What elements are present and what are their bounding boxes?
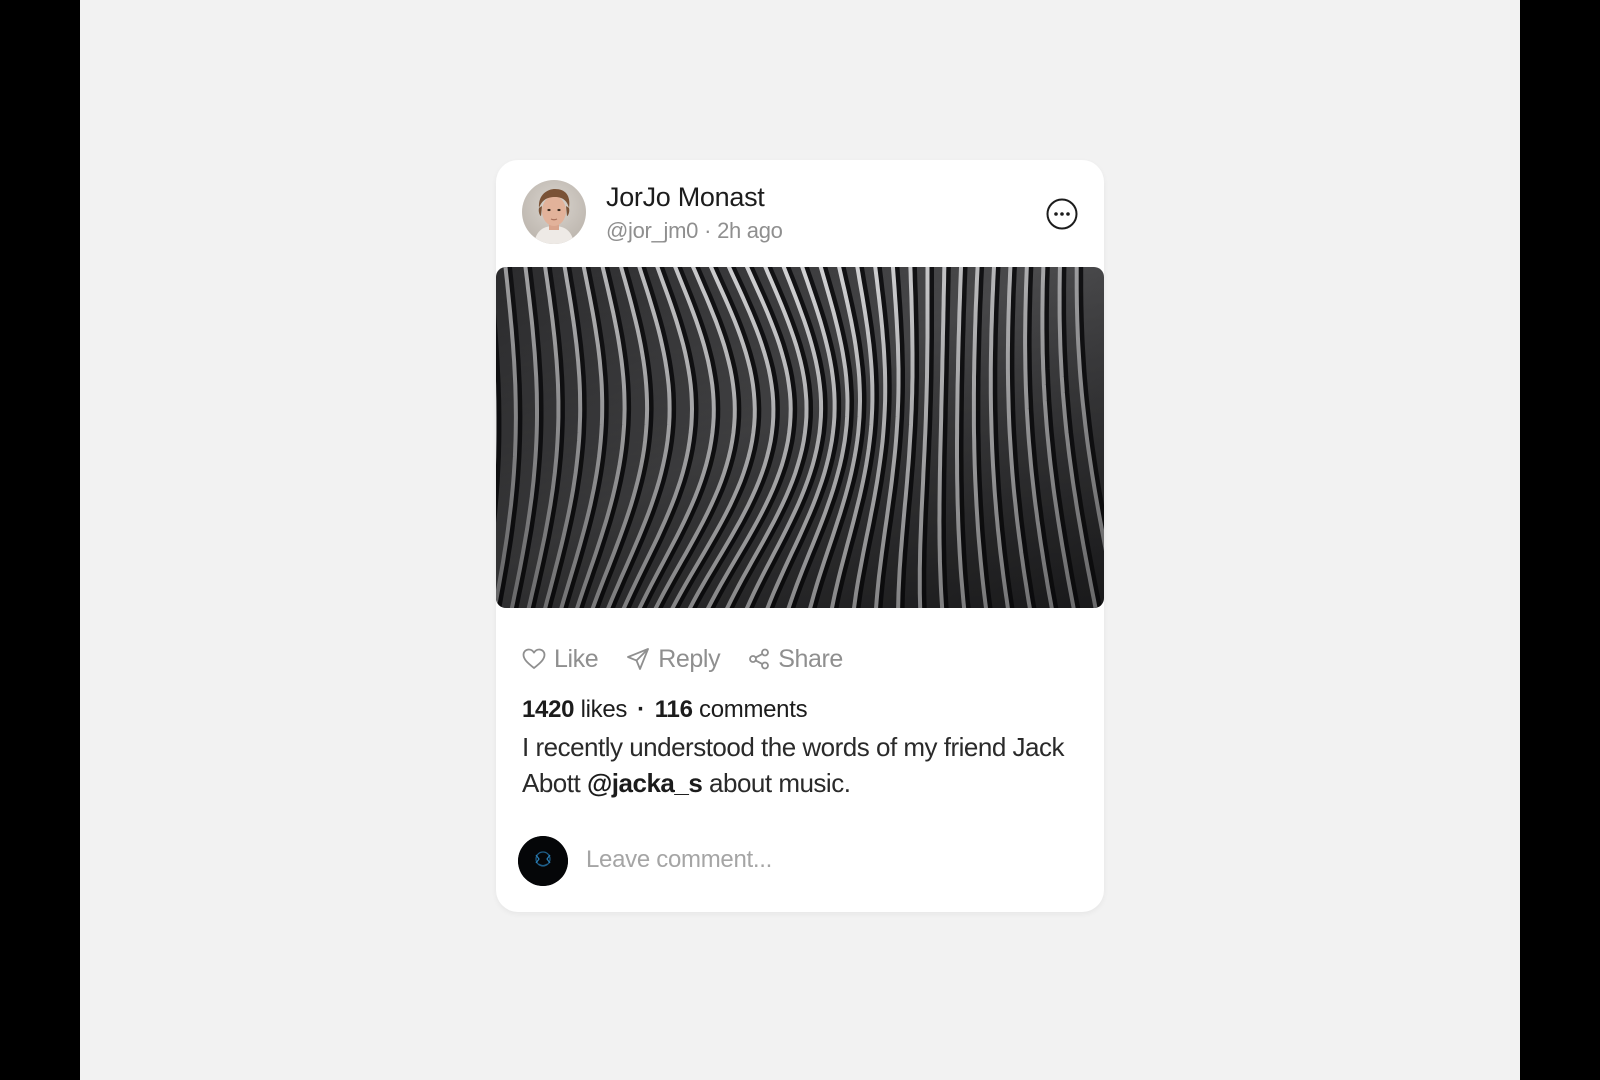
post-stats: 1420 likes · 116 comments bbox=[522, 696, 808, 724]
comments-stat[interactable]: 116 comments bbox=[655, 696, 808, 723]
send-icon bbox=[627, 648, 650, 670]
current-user-avatar-image bbox=[518, 836, 568, 886]
likes-stat[interactable]: 1420 likes bbox=[522, 696, 627, 723]
comment-input[interactable] bbox=[586, 840, 1066, 880]
wavy-ridges-image bbox=[496, 267, 1104, 608]
reply-label: Reply bbox=[658, 644, 721, 673]
page-background: JorJo Monast @jor_jm0 · 2h ago Like Repl… bbox=[80, 0, 1520, 1080]
post-card: JorJo Monast @jor_jm0 · 2h ago Like Repl… bbox=[496, 160, 1104, 912]
more-options-button[interactable] bbox=[1046, 198, 1078, 230]
caption-mention-link[interactable]: @jacka_s bbox=[587, 768, 703, 798]
like-button[interactable]: Like bbox=[522, 644, 599, 674]
author-avatar-image bbox=[522, 180, 586, 244]
caption-text-after: about music. bbox=[709, 768, 851, 798]
comments-label: comments bbox=[699, 696, 808, 723]
current-user-avatar[interactable] bbox=[518, 836, 568, 886]
share-button[interactable]: Share bbox=[748, 645, 843, 674]
comment-composer bbox=[518, 836, 1078, 886]
post-time: 2h ago bbox=[717, 218, 783, 243]
comments-count: 116 bbox=[654, 696, 693, 723]
author-name[interactable]: JorJo Monast bbox=[606, 182, 765, 213]
share-label: Share bbox=[778, 644, 843, 673]
stats-separator: · bbox=[637, 696, 645, 723]
post-header: JorJo Monast @jor_jm0 · 2h ago bbox=[496, 160, 1104, 268]
likes-label: likes bbox=[580, 696, 628, 723]
heart-icon bbox=[522, 648, 546, 669]
post-image[interactable] bbox=[496, 267, 1104, 608]
author-meta: @jor_jm0 · 2h ago bbox=[606, 218, 783, 244]
meta-separator: · bbox=[704, 218, 712, 243]
post-actions: Like Reply Share bbox=[522, 642, 871, 676]
author-handle[interactable]: @jor_jm0 bbox=[606, 218, 698, 243]
like-label: Like bbox=[554, 644, 599, 673]
likes-count: 1420 bbox=[522, 696, 575, 723]
more-horizontal-circle-icon bbox=[1046, 198, 1078, 230]
reply-button[interactable]: Reply bbox=[626, 644, 721, 674]
post-caption: I recently understood the words of my fr… bbox=[522, 729, 1082, 801]
share-icon bbox=[749, 648, 770, 670]
author-avatar[interactable] bbox=[522, 180, 586, 244]
